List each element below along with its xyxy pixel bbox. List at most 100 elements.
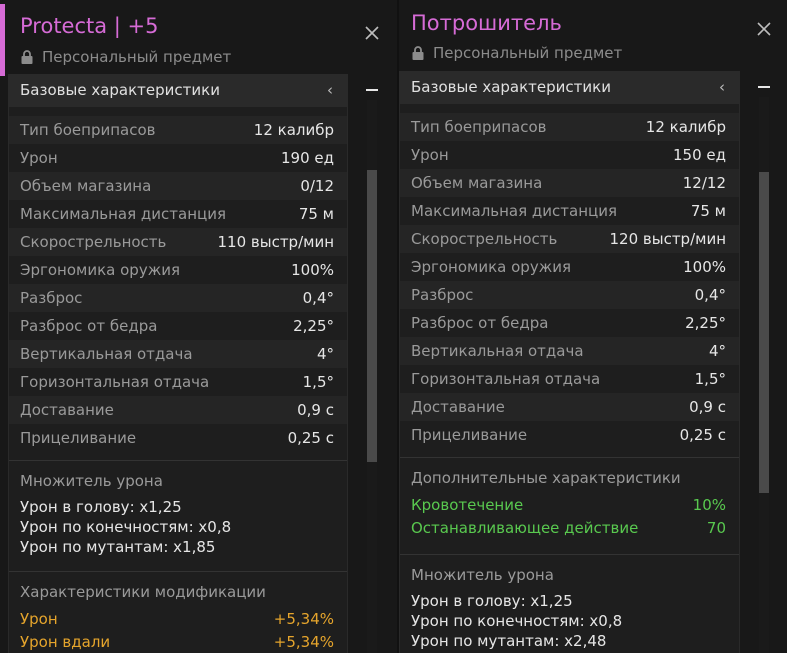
- stat-value: 75 м: [298, 205, 334, 223]
- mod-stat-value: +5,34%: [273, 610, 334, 628]
- block-title: Дополнительные характеристики: [411, 469, 681, 487]
- stat-label: Доставание: [20, 401, 114, 419]
- stat-row: Горизонтальная отдача 1,5°: [9, 368, 347, 396]
- stat-row: Урон 150 ед: [400, 141, 739, 169]
- stat-label: Тип боеприпасов: [20, 121, 156, 139]
- stat-label: Вертикальная отдача: [411, 342, 584, 360]
- stat-row: Эргономика оружия 100%: [9, 256, 347, 284]
- stat-row: Вертикальная отдача 4°: [9, 340, 347, 368]
- extra-stat-label: Кровотечение: [411, 496, 524, 514]
- stat-label: Скорострельность: [411, 230, 558, 248]
- minus-icon[interactable]: [758, 86, 770, 88]
- scrollbar-thumb[interactable]: [759, 172, 769, 493]
- stat-value: 100%: [683, 258, 726, 276]
- stat-value: 12 калибр: [253, 121, 334, 139]
- item-card-right: Потрошитель Персональный предмет Базовые…: [399, 0, 787, 653]
- stat-label: Прицеливание: [20, 429, 137, 447]
- stats-list: Тип боеприпасов 12 калибр Урон 150 ед Объе…: [400, 104, 739, 449]
- scrollbar-thumb[interactable]: [367, 170, 377, 462]
- stat-value: 75 м: [690, 202, 726, 220]
- stat-label: Урон: [411, 146, 449, 164]
- stat-label: Горизонтальная отдача: [20, 373, 210, 391]
- block-title: Характеристики модификации: [20, 583, 266, 601]
- stat-label: Скорострельность: [20, 233, 167, 251]
- stat-row: Разброс от бедра 2,25°: [400, 309, 739, 337]
- stat-row: Разброс от бедра 2,25°: [9, 312, 347, 340]
- stat-value: 0/12: [300, 177, 334, 195]
- minus-icon[interactable]: [366, 89, 378, 91]
- stat-row: Максимальная дистанция 75 м: [9, 200, 347, 228]
- stat-label: Вертикальная отдача: [20, 345, 193, 363]
- mod-stat-label: Урон вдали: [20, 633, 111, 651]
- item-subtitle: Персональный предмет: [20, 48, 231, 66]
- mod-stat-row: Урон вдали +5,34%: [20, 631, 336, 653]
- mod-stat-row: Урон +5,34%: [20, 608, 336, 631]
- stat-value: 150 ед: [673, 146, 726, 164]
- close-icon[interactable]: [755, 20, 773, 38]
- stat-row: Тип боеприпасов 12 калибр: [9, 116, 347, 144]
- stat-row: Максимальная дистанция 75 м: [400, 197, 739, 225]
- stat-value: 0,4°: [302, 289, 334, 307]
- item-card-left: Protecta | +5 Персональный предмет Базов…: [0, 0, 397, 653]
- stat-label: Объем магазина: [20, 177, 152, 195]
- chevron-left-icon[interactable]: ‹: [719, 78, 725, 96]
- stat-label: Объем магазина: [411, 174, 543, 192]
- multiplier-line: Урон в голову: x1,25: [20, 498, 182, 516]
- stat-label: Разброс от бедра: [20, 317, 158, 335]
- stat-value: 12 калибр: [645, 118, 726, 136]
- stat-value: 2,25°: [293, 317, 334, 335]
- stat-label: Разброс: [411, 286, 474, 304]
- stats-panel: Базовые характеристики ‹ Тип боеприпасов…: [8, 74, 348, 653]
- stat-label: Максимальная дистанция: [20, 205, 227, 223]
- lock-icon: [412, 46, 424, 60]
- stat-label: Доставание: [411, 398, 505, 416]
- stat-value: 1,5°: [302, 373, 334, 391]
- stat-row: Доставание 0,9 с: [9, 396, 347, 424]
- stat-value: 110 выстр/мин: [217, 233, 334, 251]
- multiplier-line: Урон в голову: x1,25: [411, 592, 573, 610]
- section-title: Базовые характеристики: [20, 81, 220, 99]
- stat-label: Тип боеприпасов: [411, 118, 547, 136]
- extra-stat-row: Останавливающее действие 70: [411, 517, 728, 540]
- item-subtitle: Персональный предмет: [411, 44, 622, 62]
- stat-label: Прицеливание: [411, 426, 528, 444]
- stat-value: 100%: [291, 261, 334, 279]
- stat-value: 12/12: [682, 174, 726, 192]
- block-title: Множитель урона: [411, 566, 554, 584]
- stat-value: 0,4°: [694, 286, 726, 304]
- item-title: Потрошитель: [411, 11, 562, 35]
- stat-value: 190 ед: [281, 149, 334, 167]
- stat-label: Разброс: [20, 289, 83, 307]
- stat-value: 2,25°: [685, 314, 726, 332]
- close-icon[interactable]: [363, 24, 381, 42]
- multiplier-line: Урон по конечностям: x0,8: [20, 518, 232, 536]
- section-header-base-stats[interactable]: Базовые характеристики ‹: [400, 71, 739, 104]
- stat-row: Прицеливание 0,25 с: [400, 421, 739, 449]
- stats-panel: Базовые характеристики ‹ Тип боеприпасов…: [399, 71, 740, 653]
- item-title: Protecta | +5: [20, 14, 159, 38]
- accent-bar: [0, 4, 5, 76]
- multiplier-line: Урон по конечностям: x0,8: [411, 612, 623, 630]
- stat-row: Разброс 0,4°: [9, 284, 347, 312]
- subtitle-label: Персональный предмет: [42, 48, 232, 66]
- stat-value: 4°: [708, 342, 726, 360]
- stat-value: 0,9 с: [297, 401, 334, 419]
- stat-row: Вертикальная отдача 4°: [400, 337, 739, 365]
- stat-row: Урон 190 ед: [9, 144, 347, 172]
- chevron-left-icon[interactable]: ‹: [327, 81, 333, 99]
- stat-row: Объем магазина 0/12: [9, 172, 347, 200]
- subtitle-label: Персональный предмет: [433, 44, 623, 62]
- stat-row: Скорострельность 120 выстр/мин: [400, 225, 739, 253]
- section-header-base-stats[interactable]: Базовые характеристики ‹: [9, 74, 347, 107]
- stat-row: Разброс 0,4°: [400, 281, 739, 309]
- stat-value: 0,25 с: [679, 426, 726, 444]
- mod-stat-label: Урон: [20, 610, 58, 628]
- extra-stats-block: Дополнительные характеристики Кровотечен…: [400, 458, 739, 546]
- stat-value: 1,5°: [694, 370, 726, 388]
- extra-stat-value: 70: [706, 519, 726, 537]
- stat-row: Скорострельность 110 выстр/мин: [9, 228, 347, 256]
- stat-row: Эргономика оружия 100%: [400, 253, 739, 281]
- stat-row: Тип боеприпасов 12 калибр: [400, 113, 739, 141]
- stat-label: Максимальная дистанция: [411, 202, 618, 220]
- multiplier-line: Урон по мутантам: x2,48: [411, 632, 607, 650]
